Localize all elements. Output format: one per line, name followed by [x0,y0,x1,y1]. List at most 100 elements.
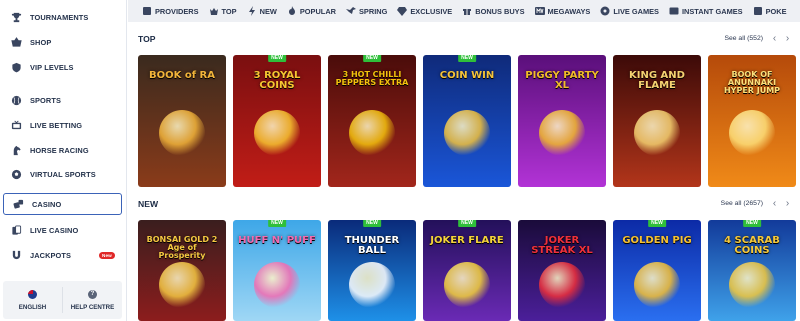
sidebar-item-label: SPORTS [30,95,61,105]
sidebar-item-jackpots[interactable]: JACKPOTS New [0,244,125,266]
category-label: POKE [765,6,787,16]
megaways-icon [534,7,545,15]
sidebar-item-tournaments[interactable]: TOURNAMENTS [0,6,125,28]
sidebar-item-live-betting[interactable]: LIVE BETTING [0,114,125,136]
footer-links: ENGLISH ? HELP CENTRE [3,281,122,319]
prev-arrow-icon[interactable]: ‹ [768,32,781,45]
game-tile[interactable]: BOOK OF ANUNNAKI HYPER JUMP [708,55,796,187]
game-tile[interactable]: PIGGY PARTY XL [518,55,606,187]
game-tile[interactable]: 3 ROYAL COINS NEW [233,55,321,187]
sidebar-item-sports[interactable]: SPORTS [0,89,125,111]
horse-icon [10,144,22,156]
game-tile[interactable]: THUNDER BALL NEW [328,220,416,321]
bird-icon [346,7,356,14]
sidebar-item-casino[interactable]: CASINO [3,193,122,215]
game-tile[interactable]: BOOK of RA [138,55,226,187]
next-arrow-icon[interactable]: › [781,197,794,210]
game-tile[interactable]: 3 HOT CHILLI PEPPERS EXTRA NEW [328,55,416,187]
sidebar-item-label: LIVE CASINO [30,225,79,235]
game-title: THUNDER BALL [344,235,400,256]
help-centre-link[interactable]: ? HELP CENTRE [63,281,122,319]
sidebar-item-vip-levels[interactable]: VIP LEVELS [0,56,125,78]
game-tile[interactable]: COIN WIN NEW [423,55,511,187]
game-title: COIN WIN [439,70,495,81]
new-tag: NEW [648,220,666,227]
game-artwork [634,262,680,309]
game-artwork [349,110,395,157]
prev-arrow-icon[interactable]: ‹ [768,197,781,210]
new-tag: NEW [363,220,381,227]
live-tv-icon [10,119,22,131]
crown-icon [209,8,218,15]
game-artwork [539,110,585,157]
sidebar-item-label: LIVE BETTING [30,120,83,130]
new-tag: NEW [458,220,476,227]
language-selector[interactable]: ENGLISH [3,281,62,319]
category-megaways[interactable]: MEGAWAYS [534,6,591,16]
category-spring[interactable]: SPRING [346,6,387,16]
game-artwork [634,110,680,157]
game-tile[interactable]: JOKER STREAK XL [518,220,606,321]
game-title: GOLDEN PIG [622,235,692,246]
game-title: 4 SCARAB COINS [724,235,780,256]
category-label: MEGAWAYS [547,6,591,16]
game-tile[interactable]: KING AND FLAME [613,55,701,187]
sidebar-item-label: VIP LEVELS [30,62,74,72]
game-artwork [444,262,490,309]
category-label: EXCLUSIVE [410,6,453,16]
category-exclusive[interactable]: EXCLUSIVE [397,6,452,16]
game-title: BOOK OF ANUNNAKI HYPER JUMP [723,70,781,95]
category-instant-games[interactable]: INSTANT GAMES [669,6,743,16]
category-label: TOP [221,6,237,16]
game-title: JOKER FLARE [430,235,504,246]
game-artwork [349,262,395,309]
game-artwork [254,262,300,309]
category-label: BONUS BUYS [475,6,525,16]
new-tag: NEW [268,220,286,227]
game-artwork [444,110,490,157]
sidebar-item-horse-racing[interactable]: HORSE RACING [0,139,125,161]
new-tag: NEW [458,55,476,62]
providers-icon [143,7,151,15]
game-tile[interactable]: JOKER FLARE NEW [423,220,511,321]
next-arrow-icon[interactable]: › [781,32,794,45]
game-title: 3 HOT CHILLI PEPPERS EXTRA [335,70,409,87]
poker-icon [753,7,762,15]
magnet-icon [10,249,22,261]
game-tile[interactable]: GOLDEN PIG NEW [613,220,701,321]
game-tile[interactable]: BONSAI GOLD 2 Age of Prosperity [138,220,226,321]
category-bonus-buys[interactable]: BONUS BUYS [462,6,525,16]
category-new[interactable]: NEW [247,6,277,16]
sidebar-item-shop[interactable]: SHOP [0,31,125,53]
category-top[interactable]: TOP [209,6,237,16]
category-label: POPULAR [299,6,336,16]
game-title: BOOK of RA [149,70,215,81]
baseball-icon [10,94,22,106]
section-title-new: NEW [138,199,159,209]
category-live-games[interactable]: LIVE GAMES [600,6,659,16]
game-tile[interactable]: HUFF N' PUFF NEW [233,220,321,321]
sidebar-item-label: SHOP [30,37,52,47]
game-artwork [254,110,300,157]
trophy-icon [10,11,22,23]
see-all-top-link[interactable]: See all (552) [724,35,763,42]
new-tag: NEW [268,55,286,62]
game-tile[interactable]: 4 SCARAB COINS NEW [708,220,796,321]
sidebar-item-live-casino[interactable]: LIVE CASINO [0,219,125,241]
category-label: SPRING [359,6,388,16]
language-label: ENGLISH [18,303,47,311]
game-title: KING AND FLAME [629,70,685,91]
category-providers[interactable]: PROVIDERS [142,6,199,16]
category-poker[interactable]: POKE [753,6,787,16]
sidebar-item-label: CASINO [32,199,62,209]
game-artwork [729,110,775,157]
sidebar-item-virtual-sports[interactable]: VIRTUAL SPORTS [0,163,125,185]
cards-icon [10,224,22,236]
sidebar-item-label: JACKPOTS [30,250,72,260]
game-artwork [159,262,205,309]
category-popular[interactable]: POPULAR [287,6,336,16]
see-all-new-link[interactable]: See all (2657) [721,200,763,207]
new-tag: NEW [743,220,761,227]
game-artwork [539,262,585,309]
sidebar: TOURNAMENTS SHOP VIP LEVELS SPORTS LIVE … [0,0,127,321]
